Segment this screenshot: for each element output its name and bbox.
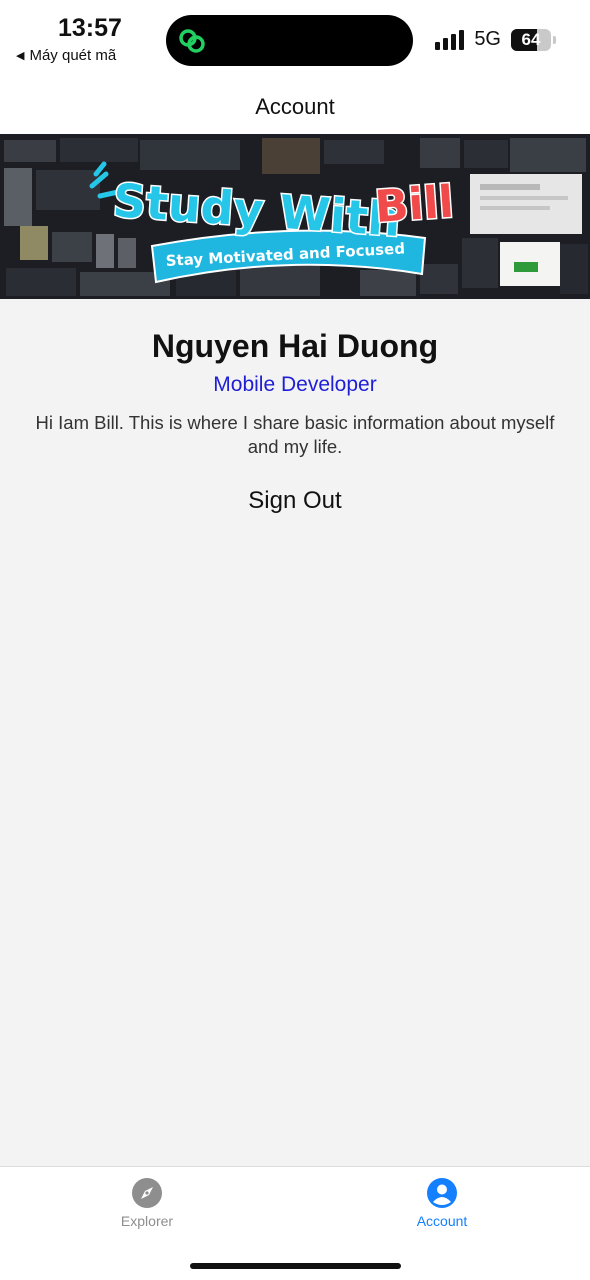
battery-tip <box>553 35 556 44</box>
user-circle-icon <box>427 1178 457 1208</box>
banner-artwork: Study With Bill Stay Motivated and Focus… <box>0 134 590 299</box>
banner-title-accent: Bill <box>373 177 455 233</box>
profile-role: Mobile Developer <box>213 373 377 396</box>
cover-banner: Study With Bill Stay Motivated and Focus… <box>0 134 590 299</box>
nav-header: Account <box>0 80 590 134</box>
home-indicator[interactable] <box>190 1263 401 1269</box>
signal-icon <box>435 29 465 50</box>
status-time: 13:57 <box>58 14 122 42</box>
back-to-app-link[interactable]: ◀ Máy quét mã <box>16 47 116 64</box>
tab-explorer[interactable]: Explorer <box>77 1177 217 1229</box>
status-bar: 13:57 ◀ Máy quét mã 5G 64 <box>0 0 590 80</box>
profile-bio: Hi Iam Bill. This is where I share basic… <box>35 412 555 457</box>
profile-name: Nguyen Hai Duong <box>151 328 439 364</box>
tab-account-label: Account <box>416 1213 468 1229</box>
network-type: 5G <box>474 28 501 50</box>
page-title: Account <box>255 94 335 119</box>
link-app-icon <box>179 29 205 53</box>
status-indicators: 5G 64 <box>435 28 556 51</box>
back-triangle-icon: ◀ <box>16 50 25 62</box>
dynamic-island <box>166 15 413 66</box>
tab-explorer-label: Explorer <box>120 1213 174 1229</box>
profile-section: Nguyen Hai Duong Mobile Developer Hi Iam… <box>0 299 590 515</box>
tab-account[interactable]: Account <box>372 1177 512 1229</box>
compass-icon <box>132 1178 162 1208</box>
back-app-label: Máy quét mã <box>29 47 117 64</box>
battery-level: 64 <box>521 29 541 49</box>
tab-bar: Explorer Account <box>0 1166 590 1280</box>
sign-out-button[interactable]: Sign Out <box>248 487 341 515</box>
battery-icon: 64 <box>511 28 551 51</box>
